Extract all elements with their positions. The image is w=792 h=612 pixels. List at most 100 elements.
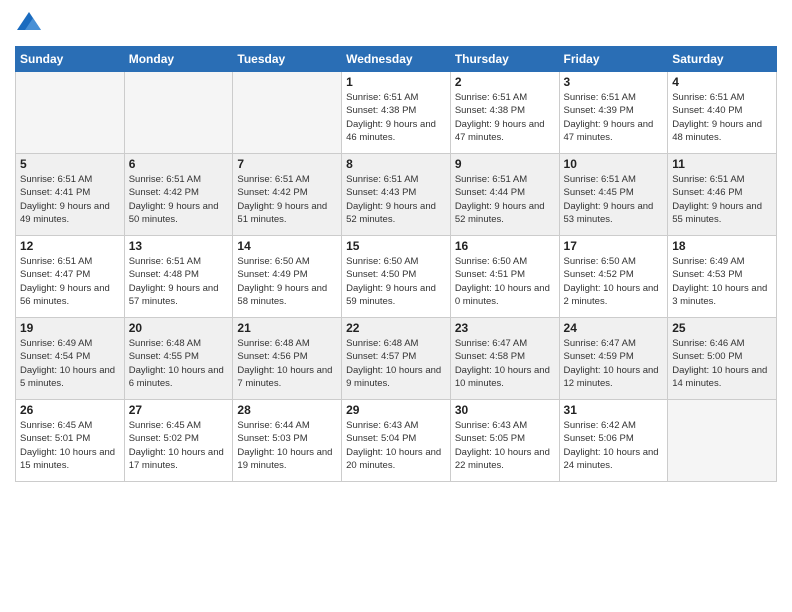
- calendar-week-row: 26 Sunrise: 6:45 AM Sunset: 5:01 PM Dayli…: [16, 400, 777, 482]
- day-info: Sunrise: 6:51 AM Sunset: 4:41 PM Dayligh…: [20, 173, 120, 226]
- col-header-thursday: Thursday: [450, 47, 559, 72]
- day-info: Sunrise: 6:43 AM Sunset: 5:05 PM Dayligh…: [455, 419, 555, 472]
- day-number: 21: [237, 321, 337, 335]
- header: [15, 10, 777, 38]
- day-number: 8: [346, 157, 446, 171]
- calendar-cell: 20Sunrise: 6:48 AM Sunset: 4:55 PM Dayli…: [124, 318, 233, 400]
- col-header-monday: Monday: [124, 47, 233, 72]
- calendar-cell: 27 Sunrise: 6:45 AM Sunset: 5:02 PM Dayli…: [124, 400, 233, 482]
- day-info: Sunrise: 6:50 AM Sunset: 4:51 PM Dayligh…: [455, 255, 555, 308]
- calendar-cell: 13 Sunrise: 6:51 AM Sunset: 4:48 PM Dayli…: [124, 236, 233, 318]
- day-info: Sunrise: 6:45 AM Sunset: 5:02 PM Dayligh…: [129, 419, 229, 472]
- day-info: Sunrise: 6:51 AM Sunset: 4:44 PM Dayligh…: [455, 173, 555, 226]
- day-info: Sunrise: 6:51 AM Sunset: 4:45 PM Dayligh…: [564, 173, 664, 226]
- calendar-cell: 26 Sunrise: 6:45 AM Sunset: 5:01 PM Dayli…: [16, 400, 125, 482]
- day-number: 31: [564, 403, 664, 417]
- day-info: Sunrise: 6:47 AM Sunset: 4:59 PM Dayligh…: [564, 337, 664, 390]
- day-number: 1: [346, 75, 446, 89]
- day-number: 13: [129, 239, 229, 253]
- calendar-cell: 19 Sunrise: 6:49 AM Sunset: 4:54 PM Dayli…: [16, 318, 125, 400]
- day-info: Sunrise: 6:46 AM Sunset: 5:00 PM Dayligh…: [672, 337, 772, 390]
- calendar-cell: [124, 72, 233, 154]
- day-number: 29: [346, 403, 446, 417]
- col-header-wednesday: Wednesday: [342, 47, 451, 72]
- calendar-cell: [233, 72, 342, 154]
- calendar-header-row: SundayMondayTuesdayWednesdayThursdayFrid…: [16, 47, 777, 72]
- day-info: Sunrise: 6:51 AM Sunset: 4:46 PM Dayligh…: [672, 173, 772, 226]
- day-info: Sunrise: 6:47 AM Sunset: 4:58 PM Dayligh…: [455, 337, 555, 390]
- day-number: 14: [237, 239, 337, 253]
- day-info: Sunrise: 6:45 AM Sunset: 5:01 PM Dayligh…: [20, 419, 120, 472]
- day-info: Sunrise: 6:43 AM Sunset: 5:04 PM Dayligh…: [346, 419, 446, 472]
- calendar-cell: 21 Sunrise: 6:48 AM Sunset: 4:56 PM Dayli…: [233, 318, 342, 400]
- calendar-cell: 9 Sunrise: 6:51 AM Sunset: 4:44 PM Daylig…: [450, 154, 559, 236]
- day-number: 18: [672, 239, 772, 253]
- calendar-cell: 17 Sunrise: 6:50 AM Sunset: 4:52 PM Dayli…: [559, 236, 668, 318]
- day-number: 5: [20, 157, 120, 171]
- day-number: 23: [455, 321, 555, 335]
- day-info: Sunrise: 6:51 AM Sunset: 4:42 PM Dayligh…: [237, 173, 337, 226]
- calendar: SundayMondayTuesdayWednesdayThursdayFrid…: [15, 46, 777, 482]
- day-info: Sunrise: 6:51 AM Sunset: 4:38 PM Dayligh…: [455, 91, 555, 144]
- logo: [15, 10, 47, 38]
- day-number: 16: [455, 239, 555, 253]
- calendar-cell: 5 Sunrise: 6:51 AM Sunset: 4:41 PM Daylig…: [16, 154, 125, 236]
- day-number: 30: [455, 403, 555, 417]
- calendar-cell: 4Sunrise: 6:51 AM Sunset: 4:40 PM Daylig…: [668, 72, 777, 154]
- day-info: Sunrise: 6:42 AM Sunset: 5:06 PM Dayligh…: [564, 419, 664, 472]
- day-info: Sunrise: 6:51 AM Sunset: 4:39 PM Dayligh…: [564, 91, 664, 144]
- day-info: Sunrise: 6:49 AM Sunset: 4:54 PM Dayligh…: [20, 337, 120, 390]
- day-number: 28: [237, 403, 337, 417]
- day-info: Sunrise: 6:51 AM Sunset: 4:48 PM Dayligh…: [129, 255, 229, 308]
- calendar-cell: 18 Sunrise: 6:49 AM Sunset: 4:53 PM Dayli…: [668, 236, 777, 318]
- day-info: Sunrise: 6:49 AM Sunset: 4:53 PM Dayligh…: [672, 255, 772, 308]
- calendar-week-row: 12Sunrise: 6:51 AM Sunset: 4:47 PM Dayli…: [16, 236, 777, 318]
- day-number: 26: [20, 403, 120, 417]
- calendar-cell: 28 Sunrise: 6:44 AM Sunset: 5:03 PM Dayli…: [233, 400, 342, 482]
- col-header-friday: Friday: [559, 47, 668, 72]
- calendar-cell: 6 Sunrise: 6:51 AM Sunset: 4:42 PM Daylig…: [124, 154, 233, 236]
- day-number: 19: [20, 321, 120, 335]
- calendar-cell: 2 Sunrise: 6:51 AM Sunset: 4:38 PM Daylig…: [450, 72, 559, 154]
- day-number: 27: [129, 403, 229, 417]
- calendar-cell: 29 Sunrise: 6:43 AM Sunset: 5:04 PM Dayli…: [342, 400, 451, 482]
- logo-icon: [15, 10, 43, 38]
- day-info: Sunrise: 6:48 AM Sunset: 4:55 PM Dayligh…: [129, 337, 229, 390]
- calendar-cell: 22Sunrise: 6:48 AM Sunset: 4:57 PM Dayli…: [342, 318, 451, 400]
- page: SundayMondayTuesdayWednesdayThursdayFrid…: [0, 0, 792, 612]
- day-number: 17: [564, 239, 664, 253]
- day-number: 24: [564, 321, 664, 335]
- calendar-week-row: 19 Sunrise: 6:49 AM Sunset: 4:54 PM Dayli…: [16, 318, 777, 400]
- calendar-cell: 10Sunrise: 6:51 AM Sunset: 4:45 PM Dayli…: [559, 154, 668, 236]
- day-info: Sunrise: 6:51 AM Sunset: 4:43 PM Dayligh…: [346, 173, 446, 226]
- day-number: 4: [672, 75, 772, 89]
- day-info: Sunrise: 6:50 AM Sunset: 4:49 PM Dayligh…: [237, 255, 337, 308]
- calendar-cell: 30 Sunrise: 6:43 AM Sunset: 5:05 PM Dayli…: [450, 400, 559, 482]
- calendar-cell: 16 Sunrise: 6:50 AM Sunset: 4:51 PM Dayli…: [450, 236, 559, 318]
- day-number: 9: [455, 157, 555, 171]
- calendar-cell: 3Sunrise: 6:51 AM Sunset: 4:39 PM Daylig…: [559, 72, 668, 154]
- day-number: 2: [455, 75, 555, 89]
- day-info: Sunrise: 6:51 AM Sunset: 4:38 PM Dayligh…: [346, 91, 446, 144]
- col-header-tuesday: Tuesday: [233, 47, 342, 72]
- day-info: Sunrise: 6:44 AM Sunset: 5:03 PM Dayligh…: [237, 419, 337, 472]
- day-info: Sunrise: 6:50 AM Sunset: 4:52 PM Dayligh…: [564, 255, 664, 308]
- calendar-cell: 25Sunrise: 6:46 AM Sunset: 5:00 PM Dayli…: [668, 318, 777, 400]
- day-number: 6: [129, 157, 229, 171]
- calendar-cell: 23 Sunrise: 6:47 AM Sunset: 4:58 PM Dayli…: [450, 318, 559, 400]
- day-info: Sunrise: 6:51 AM Sunset: 4:47 PM Dayligh…: [20, 255, 120, 308]
- col-header-saturday: Saturday: [668, 47, 777, 72]
- calendar-week-row: 1 Sunrise: 6:51 AM Sunset: 4:38 PM Daylig…: [16, 72, 777, 154]
- calendar-cell: 8 Sunrise: 6:51 AM Sunset: 4:43 PM Daylig…: [342, 154, 451, 236]
- day-info: Sunrise: 6:51 AM Sunset: 4:42 PM Dayligh…: [129, 173, 229, 226]
- calendar-cell: 12Sunrise: 6:51 AM Sunset: 4:47 PM Dayli…: [16, 236, 125, 318]
- day-number: 7: [237, 157, 337, 171]
- calendar-week-row: 5 Sunrise: 6:51 AM Sunset: 4:41 PM Daylig…: [16, 154, 777, 236]
- calendar-cell: [668, 400, 777, 482]
- calendar-cell: 1 Sunrise: 6:51 AM Sunset: 4:38 PM Daylig…: [342, 72, 451, 154]
- col-header-sunday: Sunday: [16, 47, 125, 72]
- calendar-cell: 15Sunrise: 6:50 AM Sunset: 4:50 PM Dayli…: [342, 236, 451, 318]
- day-info: Sunrise: 6:48 AM Sunset: 4:56 PM Dayligh…: [237, 337, 337, 390]
- day-number: 15: [346, 239, 446, 253]
- day-number: 22: [346, 321, 446, 335]
